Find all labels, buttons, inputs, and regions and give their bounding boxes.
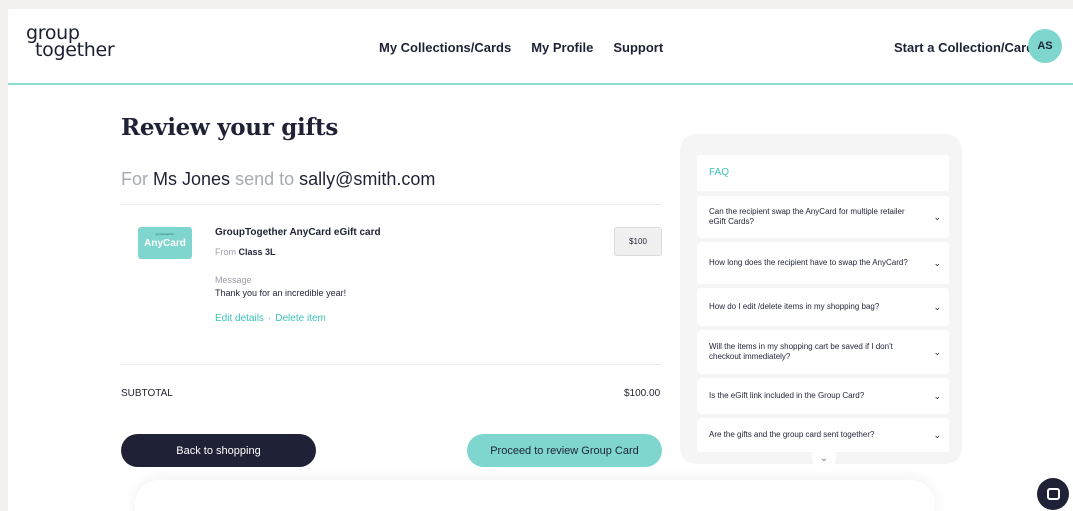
recipient-email: sally@smith.com <box>299 169 436 189</box>
item-from: From Class 3L <box>215 247 276 257</box>
gift-card-thumbnail: grouptogether AnyCard <box>138 227 192 259</box>
chevron-down-icon: ⌄ <box>819 452 829 464</box>
chevron-down-icon: ⌄ <box>933 391 941 401</box>
faq-item[interactable]: Is the eGift link included in the Group … <box>697 378 949 414</box>
chevron-down-icon: ⌄ <box>933 430 941 440</box>
chevron-down-icon: ⌄ <box>933 212 941 222</box>
faq-question: Will the items in my shopping cart be sa… <box>709 342 893 361</box>
chat-icon <box>1046 488 1060 500</box>
subtotal-label: SUBTOTAL <box>121 388 173 399</box>
faq-item[interactable]: Can the recipient swap the AnyCard for m… <box>697 196 949 238</box>
subtotal-value: $100.00 <box>624 388 661 399</box>
send-to-label: send to <box>235 169 295 189</box>
back-to-shopping-button[interactable]: Back to shopping <box>121 434 316 467</box>
edit-details-link[interactable]: Edit details <box>215 313 264 324</box>
avatar[interactable]: AS <box>1028 29 1062 63</box>
site-header: group together My Collections/Cards My P… <box>8 9 1073 85</box>
faq-question: How do I edit /delete items in my shoppi… <box>709 302 880 311</box>
nav-support[interactable]: Support <box>613 40 663 55</box>
faq-question: Are the gifts and the group card sent to… <box>709 430 875 439</box>
logo[interactable]: group together <box>26 24 115 61</box>
faq-item[interactable]: How long does the recipient have to swap… <box>697 242 949 284</box>
link-separator: · <box>267 313 272 324</box>
chevron-down-icon: ⌄ <box>933 302 941 312</box>
nav-my-profile[interactable]: My Profile <box>531 40 593 55</box>
for-label: For <box>121 169 148 189</box>
recipient-line: For Ms Jones send to sally@smith.com <box>121 169 435 190</box>
divider <box>121 204 661 205</box>
faq-question: How long does the recipient have to swap… <box>709 258 908 267</box>
faq-item[interactable]: How do I edit /delete items in my shoppi… <box>697 288 949 326</box>
faq-item[interactable]: Will the items in my shopping cart be sa… <box>697 330 949 374</box>
from-value: Class 3L <box>238 247 276 257</box>
item-title: GroupTogether AnyCard eGift card <box>215 227 381 238</box>
bottom-panel <box>135 480 935 511</box>
recipient-name: Ms Jones <box>153 169 231 189</box>
chevron-down-icon: ⌄ <box>933 347 941 357</box>
thumb-card-name: AnyCard <box>144 238 186 249</box>
item-price: $100 <box>614 227 662 256</box>
logo-line2: together <box>35 39 115 61</box>
chat-launcher-button[interactable] <box>1037 478 1069 510</box>
faq-scroll-down-button[interactable]: ⌄ <box>812 446 836 470</box>
faq-question: Can the recipient swap the AnyCard for m… <box>709 207 905 226</box>
thumb-brand: grouptogether <box>155 232 175 236</box>
nav-my-collections[interactable]: My Collections/Cards <box>379 40 511 55</box>
divider <box>121 364 661 365</box>
start-collection-link[interactable]: Start a Collection/Card <box>894 40 1034 55</box>
message-label: Message <box>215 275 252 285</box>
chevron-down-icon: ⌄ <box>933 258 941 268</box>
proceed-review-button[interactable]: Proceed to review Group Card <box>467 434 662 467</box>
page-title: Review your gifts <box>121 114 339 141</box>
faq-title: FAQ <box>697 155 949 191</box>
faq-question: Is the eGift link included in the Group … <box>709 391 865 400</box>
from-label: From <box>215 247 236 257</box>
main-nav: My Collections/Cards My Profile Support <box>379 40 663 55</box>
item-actions: Edit details · Delete item <box>215 313 326 324</box>
delete-item-link[interactable]: Delete item <box>275 313 326 324</box>
message-text: Thank you for an incredible year! <box>215 288 347 298</box>
